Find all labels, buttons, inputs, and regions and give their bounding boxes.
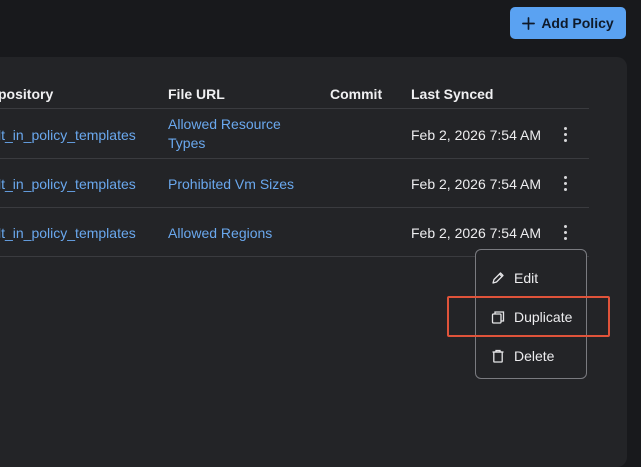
row-1-actions-kebab-icon[interactable] (557, 123, 573, 145)
row-3-file-url[interactable]: Allowed Regions (168, 225, 272, 241)
menu-item-delete[interactable]: Delete (476, 338, 586, 374)
pencil-icon (492, 272, 504, 284)
column-header-commit[interactable]: Commit (330, 86, 382, 102)
add-policy-label: Add Policy (541, 15, 614, 31)
row-1-repository[interactable]: lt_in_policy_templates (0, 127, 136, 143)
column-header-file-url[interactable]: File URL (168, 86, 225, 102)
row-2-last-synced: Feb 2, 2026 7:54 AM (411, 176, 541, 192)
trash-icon (492, 349, 504, 363)
row-1-last-synced: Feb 2, 2026 7:54 AM (411, 127, 541, 143)
menu-item-edit[interactable]: Edit (476, 260, 586, 296)
duplicate-highlight-box (447, 296, 610, 337)
column-header-last-synced[interactable]: Last Synced (411, 86, 493, 102)
add-policy-button[interactable]: Add Policy (510, 7, 626, 39)
row-1-file-url-line1: Allowed Resource (168, 116, 281, 132)
row-2-actions-kebab-icon[interactable] (557, 172, 573, 194)
menu-item-delete-label: Delete (514, 348, 555, 364)
row-2-file-url[interactable]: Prohibited Vm Sizes (168, 176, 294, 192)
header-divider (0, 108, 589, 109)
row-1-file-url[interactable]: Allowed Resource Types (168, 116, 281, 151)
row-2-repository[interactable]: lt_in_policy_templates (0, 176, 136, 192)
row-3-actions-kebab-icon[interactable] (557, 221, 573, 243)
row-3-repository[interactable]: lt_in_policy_templates (0, 225, 136, 241)
plus-icon (522, 16, 536, 30)
row-1-file-url-line2: Types (168, 135, 206, 151)
menu-item-edit-label: Edit (514, 270, 539, 286)
row-3-last-synced: Feb 2, 2026 7:54 AM (411, 225, 541, 241)
row-divider (0, 207, 589, 208)
row-divider (0, 158, 589, 159)
column-header-repository[interactable]: pository (0, 86, 53, 102)
